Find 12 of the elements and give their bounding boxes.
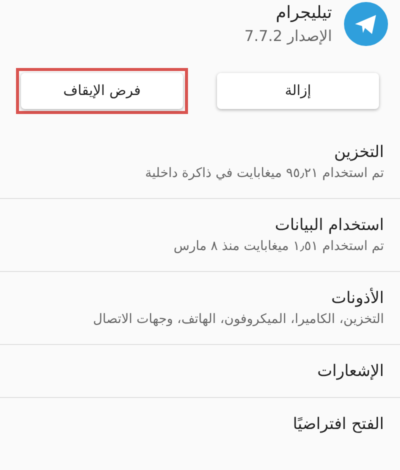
setting-title[interactable]: التخزين	[16, 140, 384, 164]
setting-subtitle: تم استخدام ١٫٥١ ميغابايت منذ ٨ مارس	[172, 238, 384, 256]
setting-title[interactable]: استخدام البيانات	[16, 213, 384, 237]
app-name: تيليجرام	[274, 2, 332, 25]
action-button[interactable]: إزالة	[217, 73, 379, 109]
app-version: الإصدار 7.7.2	[244, 26, 332, 47]
setting-subtitle: تم استخدام ٩٥٫٢١ ميغابايت في ذاكرة داخلية	[144, 165, 384, 183]
setting-subtitle: التخزين، الكاميرا، الميكروفون، الهاتف، وجهات الاتصال	[92, 311, 384, 329]
setting-title[interactable]: الفتح افتراضيًا	[16, 412, 384, 436]
setting-title[interactable]: الأذونات	[16, 286, 384, 310]
setting-title[interactable]: الإشعارات	[16, 359, 384, 383]
action-button[interactable]: فرض الإيقاف	[21, 73, 183, 109]
